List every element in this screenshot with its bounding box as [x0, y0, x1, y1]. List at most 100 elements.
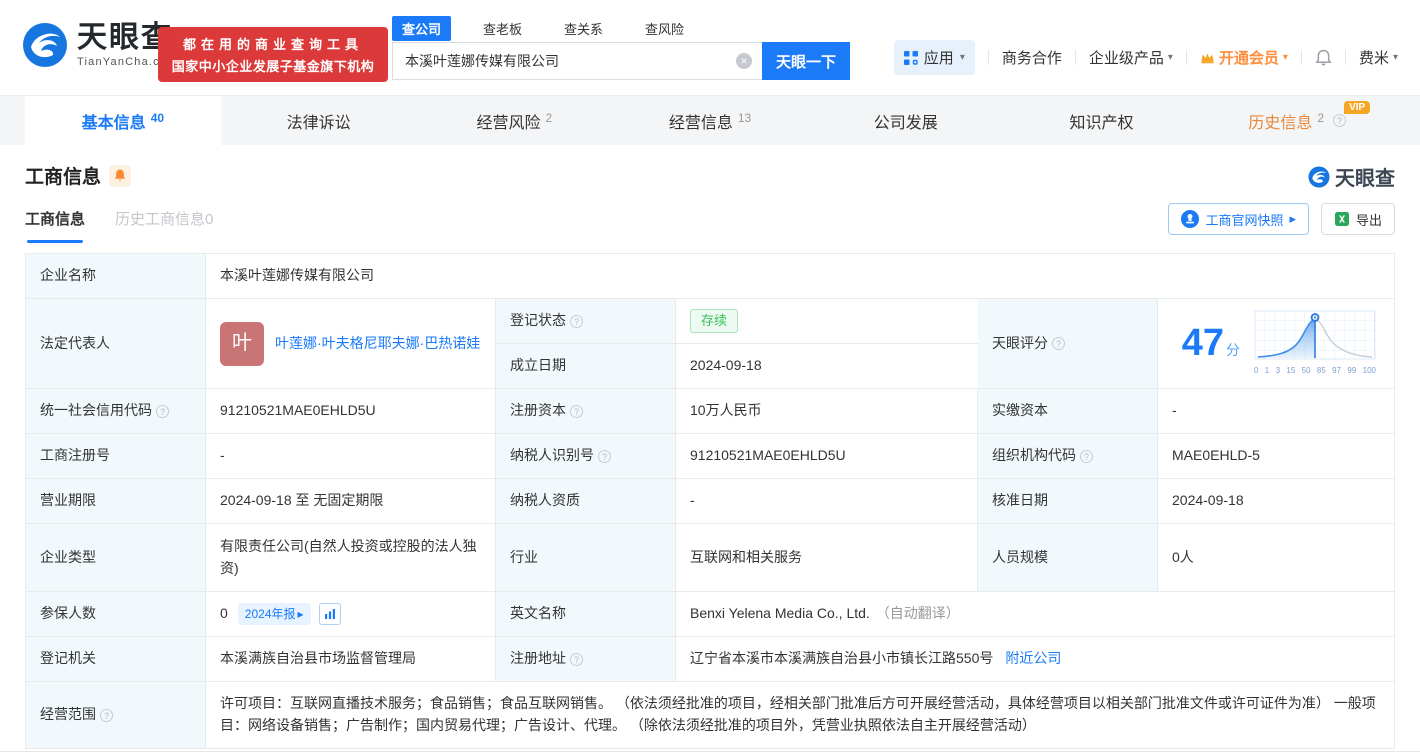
subtab-business-info[interactable]: 工商信息	[25, 208, 85, 243]
section-title: 工商信息	[25, 167, 102, 188]
english-name-cell: Benxi Yelena Media Co., Ltd. （自动翻译）	[676, 592, 1394, 637]
arrow-right-icon: ▸	[297, 606, 304, 621]
caret-down-icon: ▾	[1392, 52, 1398, 63]
notification-bell-icon[interactable]	[1315, 49, 1332, 67]
apps-menu-button[interactable]: 应用 ▾	[893, 40, 975, 75]
question-icon[interactable]: ?	[570, 314, 583, 328]
search-input[interactable]	[392, 42, 762, 80]
field-label: 人员规模	[978, 524, 1158, 592]
caret-down-icon: ▾	[1282, 52, 1288, 63]
tab-legal-proceedings[interactable]: 法律诉讼	[221, 96, 417, 145]
question-icon[interactable]: ?	[100, 708, 113, 722]
tab-basic-info[interactable]: 基本信息 40	[25, 96, 221, 145]
question-icon[interactable]: ?	[1080, 449, 1093, 463]
reg-address-value: 辽宁省本溪市本溪满族自治县小市镇长江路550号	[690, 650, 994, 667]
chart-x-ticks: 0 1 3 15 50 85 97 99 100	[1254, 365, 1376, 375]
business-term-value: 2024-09-18 至 无固定期限	[206, 479, 496, 524]
divider	[1300, 50, 1302, 65]
field-label: 纳税人资质	[496, 479, 676, 524]
legal-rep-link[interactable]: 叶莲娜·叶夫格尼耶夫娜·巴热诺娃	[275, 333, 480, 355]
search-tab-boss[interactable]: 查老板	[473, 16, 532, 41]
score-cell[interactable]: 47 分 0 1 3 15 50 85 97 99 100	[1158, 299, 1394, 389]
search-button[interactable]: 天眼一下	[762, 42, 850, 80]
table-row: 法定代表人 叶 叶莲娜·叶夫格尼耶夫娜·巴热诺娃 登记状态 ? 存续 成立日期	[26, 299, 1394, 389]
monitor-bell-icon[interactable]	[109, 164, 132, 187]
avatar[interactable]: 叶	[220, 321, 264, 366]
reg-address-cell: 辽宁省本溪市本溪满族自治县小市镇长江路550号 附近公司	[676, 637, 1394, 682]
staff-size-value: 0人	[1158, 524, 1394, 592]
company-tab-bar: 基本信息 40 法律诉讼 经营风险 2 经营信息 13 公司发展 知识产权 VIP 历…	[0, 95, 1420, 145]
field-label: 行业	[496, 524, 676, 592]
table-row: 登记机关 本溪满族自治县市场监督管理局 注册地址? 辽宁省本溪市本溪满族自治县小…	[26, 637, 1394, 682]
search-tab-relation[interactable]: 查关系	[554, 16, 613, 41]
est-date-value: 2024-09-18	[676, 344, 978, 389]
business-info-table: 企业名称 本溪叶莲娜传媒有限公司 法定代表人 叶 叶莲娜·叶夫格尼耶夫娜·巴热诺…	[25, 253, 1395, 749]
crown-icon	[1201, 53, 1214, 64]
field-label: 工商注册号	[26, 434, 206, 479]
official-snapshot-button[interactable]: 工商官网快照 ▸	[1168, 203, 1309, 235]
reg-status-cell: 存续	[676, 299, 978, 344]
tab-operating-info[interactable]: 经营信息 13	[612, 96, 808, 145]
table-row: 参保人数 0 2024年报 ▸ 英文名称 Benxi Yelena Media	[26, 592, 1394, 637]
company-name-value: 本溪叶莲娜传媒有限公司	[206, 254, 1394, 299]
table-row: 企业类型 有限责任公司(自然人投资或控股的法人独资) 行业 互联网和相关服务 人…	[26, 524, 1394, 592]
nearby-companies-link[interactable]: 附近公司	[1005, 648, 1061, 670]
nav-business-cooperation[interactable]: 商务合作	[1002, 47, 1062, 68]
grid-icon	[903, 50, 918, 65]
field-label: 登记机关	[26, 637, 206, 682]
score-unit: 分	[1226, 342, 1240, 359]
question-icon[interactable]: ?	[570, 404, 583, 418]
top-navigation: 应用 ▾ 商务合作 企业级产品 ▾ 开通会员 ▾ 费米 ▾	[893, 40, 1398, 75]
search-tab-risk[interactable]: 查风险	[635, 16, 694, 41]
english-name-value: Benxi Yelena Media Co., Ltd.	[690, 605, 870, 622]
table-row: 营业期限 2024-09-18 至 无固定期限 纳税人资质 - 核准日期 202…	[26, 479, 1394, 524]
site-header: 天眼查 TianYanCha.com 都在用的商业查询工具 国家中小企业发展子基…	[0, 0, 1420, 95]
vip-badge: VIP	[1344, 101, 1371, 114]
export-button[interactable]: 导出	[1320, 203, 1395, 235]
field-label: 核准日期	[978, 479, 1158, 524]
trend-chart-icon[interactable]	[318, 603, 341, 625]
tianyancha-watermark: 天眼查	[1308, 162, 1395, 191]
field-label: 企业名称	[26, 254, 206, 299]
tab-operating-risk[interactable]: 经营风险 2	[416, 96, 612, 145]
field-label: 法定代表人	[26, 299, 206, 389]
field-label: 天眼评分 ?	[978, 299, 1158, 389]
question-icon[interactable]: ?	[1052, 337, 1065, 350]
caret-down-icon: ▾	[1167, 52, 1173, 63]
reg-number-value: -	[206, 434, 496, 479]
reg-authority-value: 本溪满族自治县市场监督管理局	[206, 637, 496, 682]
question-icon[interactable]: ?	[1333, 114, 1347, 127]
nav-username[interactable]: 费米 ▾	[1359, 47, 1398, 68]
field-label: 营业期限	[26, 479, 206, 524]
status-badge: 存续	[690, 308, 739, 334]
score-distribution-chart: 0 1 3 15 50 85 97 99 100	[1254, 310, 1376, 377]
field-label: 参保人数	[26, 592, 206, 637]
tab-intellectual-property[interactable]: 知识产权	[1004, 96, 1200, 145]
clear-icon[interactable]: ✕	[736, 53, 752, 69]
nav-enterprise-products[interactable]: 企业级产品 ▾	[1089, 47, 1173, 68]
score-value: 47	[1181, 322, 1224, 365]
field-label: 注册资本?	[496, 389, 676, 434]
field-label: 纳税人识别号?	[496, 434, 676, 479]
tab-history-info[interactable]: VIP 历史信息 2 ?	[1199, 96, 1395, 145]
caret-down-icon: ▾	[959, 52, 965, 63]
credit-code-value: 91210521MAE0EHLD5U	[206, 389, 496, 434]
subtab-history-business-info[interactable]: 历史工商信息0	[115, 208, 213, 243]
eye-logo-icon	[1308, 165, 1330, 188]
question-icon[interactable]: ?	[156, 404, 169, 418]
field-label: 组织机构代码?	[978, 434, 1158, 479]
search-tab-company[interactable]: 查公司	[392, 15, 452, 41]
field-label: 企业类型	[26, 524, 206, 592]
promo-banner: 都在用的商业查询工具 国家中小企业发展子基金旗下机构	[158, 27, 388, 82]
table-row: 经营范围? 许可项目：互联网直播技术服务；食品销售；食品互联网销售。 （依法须经…	[26, 682, 1394, 749]
annual-report-badge[interactable]: 2024年报 ▸	[237, 602, 311, 626]
table-row: 工商注册号 - 纳税人识别号? 91210521MAE0EHLD5U 组织机构代…	[26, 434, 1394, 479]
paid-capital-value: -	[1158, 389, 1394, 434]
question-icon[interactable]: ?	[598, 449, 611, 463]
eye-logo-icon	[23, 23, 67, 67]
divider	[1185, 50, 1187, 65]
tianyancha-logo[interactable]: 天眼查 TianYanCha.com	[22, 22, 178, 68]
question-icon[interactable]: ?	[570, 652, 583, 666]
nav-open-membership[interactable]: 开通会员 ▾	[1200, 47, 1288, 68]
tab-company-development[interactable]: 公司发展	[808, 96, 1004, 145]
